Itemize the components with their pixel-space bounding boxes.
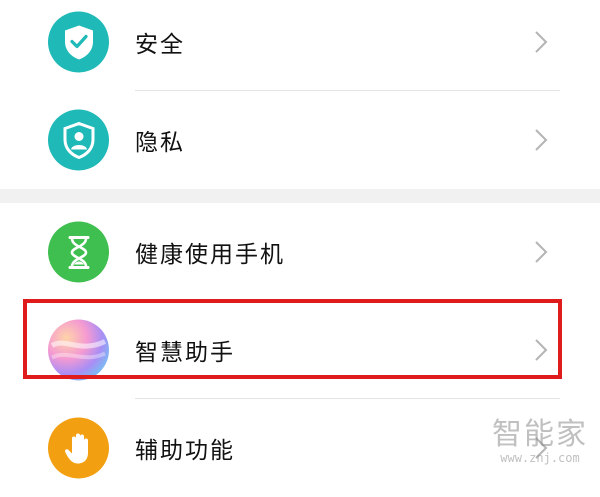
settings-item-label: 智慧助手: [135, 340, 235, 366]
settings-item-security[interactable]: 安全: [0, 0, 600, 91]
settings-item-label: 辅助功能: [135, 438, 235, 464]
hand-icon: [48, 417, 109, 479]
chevron-right-icon: [535, 31, 548, 53]
settings-item-label: 安全: [135, 32, 185, 58]
settings-item-label: 健康使用手机: [135, 242, 285, 268]
chevron-right-icon: [535, 241, 548, 263]
hourglass-icon: [48, 221, 109, 283]
group-separator: [0, 189, 600, 203]
watermark-text: 智能家: [492, 417, 588, 452]
settings-group-security: 安全 隐私: [0, 0, 600, 189]
settings-item-privacy[interactable]: 隐私: [0, 91, 600, 189]
chevron-right-icon: [535, 129, 548, 151]
smart-assistant-icon: [48, 319, 109, 381]
shield-person-icon: [48, 109, 109, 171]
watermark-url: www.znj.com: [500, 451, 580, 465]
settings-item-label: 隐私: [135, 130, 185, 156]
settings-item-smart-assistant[interactable]: 智慧助手: [0, 301, 600, 399]
settings-item-digital-balance[interactable]: 健康使用手机: [0, 203, 600, 301]
chevron-right-icon: [535, 339, 548, 361]
shield-check-icon: [48, 11, 109, 73]
watermark: 智能家 www.znj.com: [492, 417, 588, 465]
